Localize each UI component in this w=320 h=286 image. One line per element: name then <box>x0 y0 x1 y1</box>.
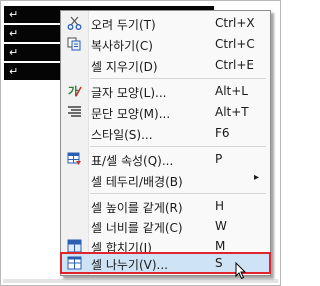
menu-item-label: 셀 테두리/배경(B) <box>91 175 183 189</box>
menu-item-shortcut: Ctrl+C <box>215 37 255 51</box>
menu-item-label: 스타일(S)... <box>91 128 153 142</box>
menu-item-paragraph-shape[interactable]: 문단 모양(M)... Alt+T <box>61 102 270 122</box>
menu-separator <box>90 146 266 147</box>
paragraph-shape-icon <box>68 106 81 117</box>
context-menu: 오려 두기(T) Ctrl+X 복사하기(C) Ctrl+C 셀 지우기(D) … <box>60 10 271 276</box>
mouse-cursor-icon <box>235 262 247 280</box>
menu-item-clear-cell[interactable]: 셀 지우기(D) Ctrl+E <box>61 55 270 75</box>
paragraph-mark: ↵ <box>9 8 19 21</box>
menu-item-label: 글자 모양(L)... <box>91 86 167 100</box>
menu-item-shortcut: W <box>215 219 227 233</box>
menu-item-label: 셀 높이를 같게(R) <box>91 201 183 215</box>
menu-item-label: 셀 지우기(D) <box>91 60 158 74</box>
menu-item-shortcut: H <box>215 199 225 213</box>
copy-icon <box>67 37 81 51</box>
menu-item-char-shape[interactable]: 가 글자 모양(L)... Alt+L <box>61 81 270 101</box>
paragraph-mark: ↵ <box>9 27 19 40</box>
menu-item-shortcut: Alt+T <box>215 105 249 119</box>
menu-item-cell-border[interactable]: 셀 테두리/배경(B) ▸ <box>61 170 270 190</box>
menu-item-shortcut: P <box>215 152 223 166</box>
menu-item-shortcut: Ctrl+X <box>215 16 255 30</box>
menu-item-table-properties[interactable]: 표/셀 속성(Q)... P <box>61 149 270 169</box>
menu-item-label: 복사하기(C) <box>91 39 153 53</box>
table-cell[interactable]: ↵ <box>3 43 63 62</box>
menu-item-label: 셀 나누기(V)... <box>91 258 168 272</box>
menu-item-style[interactable]: 스타일(S)... F6 <box>61 123 270 143</box>
merge-cells-icon <box>67 239 82 253</box>
menu-item-label: 문단 모양(M)... <box>91 107 171 121</box>
scissors-icon <box>67 16 82 30</box>
table-props-icon <box>67 152 81 165</box>
menu-separator <box>90 78 266 79</box>
table-cell[interactable]: ↵ <box>3 62 63 81</box>
menu-item-copy[interactable]: 복사하기(C) Ctrl+C <box>61 34 270 54</box>
paragraph-mark: ↵ <box>9 65 19 78</box>
submenu-arrow-icon: ▸ <box>254 172 260 183</box>
paragraph-mark: ↵ <box>9 46 19 59</box>
menu-item-equal-height[interactable]: 셀 높이를 같게(R) H <box>61 196 270 216</box>
menu-item-label: 셀 너비를 같게(C) <box>91 221 183 235</box>
menu-item-shortcut: F6 <box>215 126 230 140</box>
split-cells-icon <box>67 256 82 270</box>
menu-item-shortcut: M <box>215 239 226 253</box>
menu-item-label: 표/셀 속성(Q)... <box>91 154 174 168</box>
menu-item-label: 오려 두기(T) <box>91 18 156 32</box>
menu-item-shortcut: Ctrl+E <box>215 58 254 72</box>
menu-item-cut[interactable]: 오려 두기(T) Ctrl+X <box>61 13 270 33</box>
menu-item-shortcut: Alt+L <box>215 84 248 98</box>
menu-item-equal-width[interactable]: 셀 너비를 같게(C) W <box>61 216 270 236</box>
menu-item-shortcut: S <box>215 256 223 270</box>
char-shape-icon: 가 <box>68 84 82 98</box>
menu-separator <box>90 193 266 194</box>
